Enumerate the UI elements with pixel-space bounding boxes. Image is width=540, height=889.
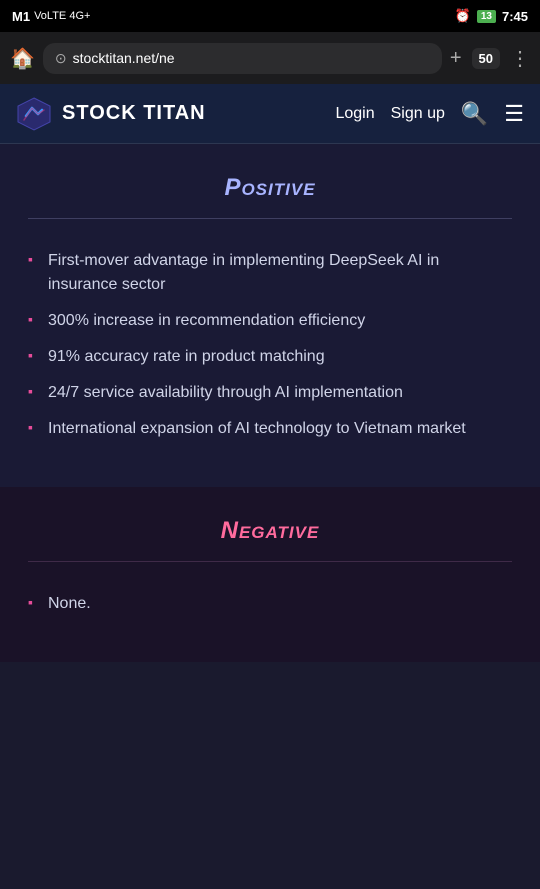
browser-menu-icon[interactable]: ⋮ [510,46,530,71]
positive-divider [28,218,512,219]
negative-divider [28,561,512,562]
browser-actions: + 50 ⋮ [450,46,530,71]
url-text: stocktitan.net/ne [73,50,430,66]
url-bar[interactable]: ⊙ stocktitan.net/ne [43,43,442,74]
status-bar: M1 VoLTE 4G+ ⏰ 13 7:45 [0,0,540,32]
signup-link[interactable]: Sign up [391,105,445,123]
positive-section-title: Positive [28,174,512,202]
new-tab-icon[interactable]: + [450,47,462,70]
negative-section-title: Negative [28,517,512,545]
logo-area: STOCK TITAN [16,96,206,132]
logo-icon [16,96,52,132]
list-item: None. [28,586,512,622]
battery-indicator: 13 [477,10,496,23]
home-icon[interactable]: 🏠 [10,46,35,71]
positive-section: Positive First-mover advantage in implem… [0,144,540,487]
list-item: 91% accuracy rate in product matching [28,339,512,375]
list-item: 300% increase in recommendation efficien… [28,303,512,339]
search-icon[interactable]: 🔍 [461,101,488,127]
time-display: 7:45 [502,9,528,24]
tabs-count[interactable]: 50 [472,48,500,69]
carrier-text: M1 [12,9,30,24]
alarm-icon: ⏰ [455,8,471,24]
site-title: STOCK TITAN [62,102,206,125]
content-area: Positive First-mover advantage in implem… [0,144,540,662]
url-security-icon: ⊙ [55,50,67,67]
list-item: International expansion of AI technology… [28,411,512,447]
status-right: ⏰ 13 7:45 [455,8,528,24]
nav-actions: Login Sign up 🔍 ☰ [335,101,524,127]
list-item: First-mover advantage in implementing De… [28,243,512,303]
negative-section: Negative None. [0,487,540,662]
network-type: VoLTE 4G+ [34,10,90,22]
positive-bullet-list: First-mover advantage in implementing De… [28,243,512,447]
login-link[interactable]: Login [335,105,374,123]
list-item: 24/7 service availability through AI imp… [28,375,512,411]
nav-bar: STOCK TITAN Login Sign up 🔍 ☰ [0,84,540,144]
browser-bar: 🏠 ⊙ stocktitan.net/ne + 50 ⋮ [0,32,540,84]
negative-bullet-list: None. [28,586,512,622]
status-left: M1 VoLTE 4G+ [12,9,90,24]
hamburger-menu-icon[interactable]: ☰ [504,101,524,127]
